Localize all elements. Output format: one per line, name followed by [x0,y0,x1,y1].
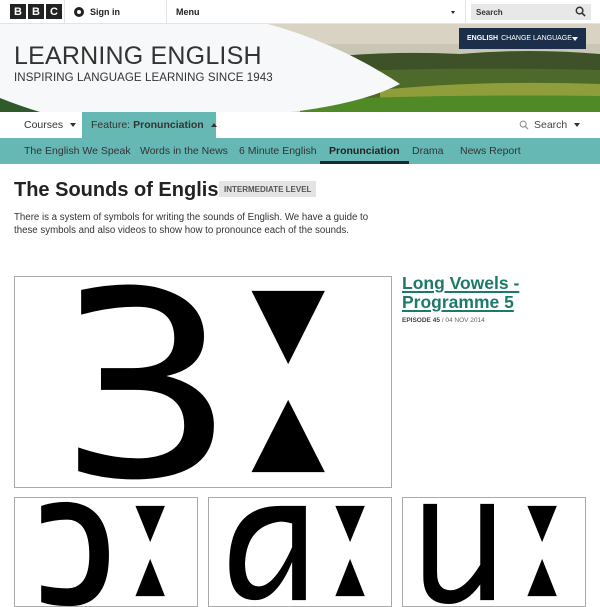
feature-name: Pronunciation [133,119,204,131]
thumbnail-card[interactable] [402,497,586,607]
tab-drama[interactable]: Drama [412,138,444,164]
thumbnail-card[interactable] [208,497,392,607]
triangle-down [251,290,325,365]
triangle-up [251,399,325,473]
symbol-or-long-image [41,501,165,606]
site-tagline: INSPIRING LANGUAGE LEARNING SINCE 1943 [14,72,273,84]
user-icon [74,7,84,17]
chevron-up-icon [210,123,217,127]
bbc-logo-letter: B [10,4,26,19]
site-search-dropdown[interactable]: Search [519,112,581,138]
bbc-logo[interactable]: B B C [10,4,62,19]
bbc-global-bar: B B C Sign in Menu Search [0,0,600,24]
menu-button[interactable]: Menu [176,0,200,24]
symbol-ar-long-image [229,505,365,601]
bbc-logo-letter: C [46,4,62,19]
divider [166,0,167,24]
thumbnail-card[interactable] [14,497,198,607]
chevron-down-icon [70,123,77,127]
search-label: Search [534,119,568,131]
divider [465,0,466,24]
primary-nav: Courses Feature: Pronunciation Search [0,112,600,138]
episode-number: EPISODE 45 [402,317,440,324]
featured-thumbnail[interactable] [14,276,392,488]
chevron-down-icon[interactable] [451,11,455,14]
menu-label: Menu [176,7,200,17]
page-title: The Sounds of English [14,179,231,201]
sign-in-label: Sign in [90,7,120,17]
courses-dropdown[interactable]: Courses [24,112,77,138]
chevron-down-icon [572,37,578,41]
feature-prefix: Feature: [91,119,131,131]
tab-news-report[interactable]: News Report [460,138,521,164]
current-language: ENGLISH [467,35,499,42]
episode-date: 04 NOV 2014 [445,317,485,324]
secondary-nav: The English We Speak Words in the News 6… [0,138,600,164]
episode-meta: EPISODE 45 / 04 NOV 2014 [402,317,485,324]
divider [64,0,65,24]
courses-label: Courses [24,119,64,131]
change-language-label: CHANGE LANGUAGE [501,35,572,42]
search-placeholder: Search [476,7,503,17]
chevron-down-icon [574,123,581,127]
global-search-input[interactable]: Search [471,4,591,20]
episode-title-link[interactable]: Long Vowels - Programme 5 [402,274,582,312]
change-language-button[interactable]: ENGLISH CHANGE LANGUAGE [459,28,586,49]
level-badge: INTERMEDIATE LEVEL [219,181,317,197]
tab-words-in-the-news[interactable]: Words in the News [140,138,228,164]
intro-text: There is a system of symbols for writing… [14,212,369,236]
symbol-er-long-image [78,284,325,480]
search-icon [519,120,529,130]
banner: LEARNING ENGLISH INSPIRING LANGUAGE LEAR… [0,24,600,112]
tab-pronunciation[interactable]: Pronunciation [320,138,409,164]
feature-dropdown[interactable]: Feature: Pronunciation [82,112,217,138]
tab-6-minute-english[interactable]: 6 Minute English [239,138,317,164]
tab-the-english-we-speak[interactable]: The English We Speak [24,138,131,164]
search-icon[interactable] [575,6,586,17]
bbc-logo-letter: B [28,4,44,19]
symbol-oo-long-image [423,503,557,605]
site-title[interactable]: LEARNING ENGLISH [14,42,262,71]
sign-in-link[interactable]: Sign in [74,0,120,24]
